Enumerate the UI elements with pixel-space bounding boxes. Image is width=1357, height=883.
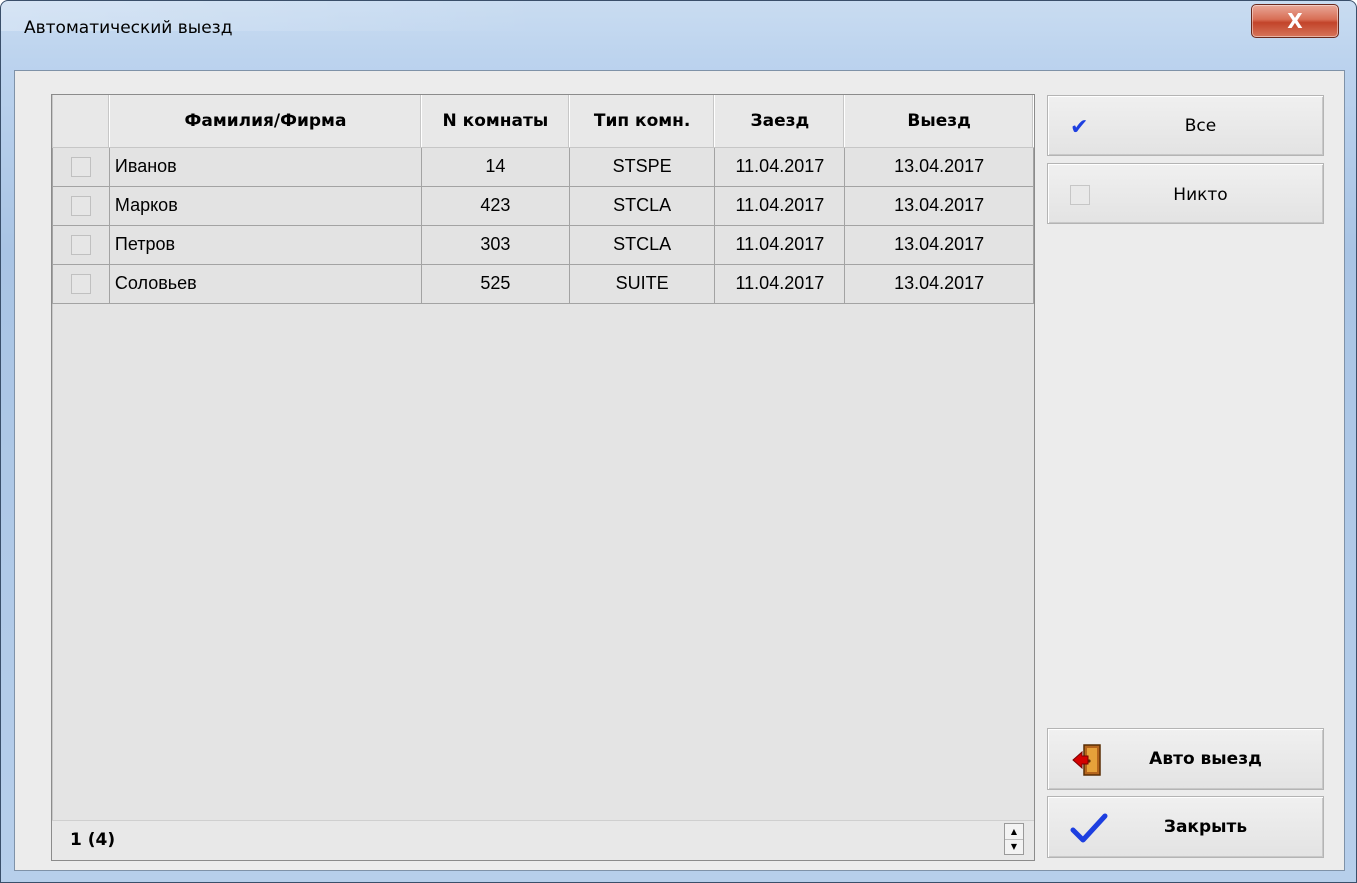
column-header-room[interactable]: N комнаты <box>421 95 570 148</box>
select-none-label: Никто <box>1173 185 1228 205</box>
guest-name-cell[interactable]: Иванов <box>108 146 423 187</box>
auto-checkout-button[interactable]: Авто выезд <box>1047 728 1324 790</box>
row-select-cell[interactable] <box>52 263 110 304</box>
room-type-cell[interactable]: SUITE <box>568 263 716 304</box>
dialog-client-area: Фамилия/Фирма N комнаты Тип комн. Заезд … <box>14 70 1345 871</box>
departure-date-cell[interactable]: 13.04.2017 <box>844 185 1034 226</box>
grid-status-bar: 1 (4) ▲ ▼ <box>52 820 1034 860</box>
room-type-cell[interactable]: STCLA <box>568 224 716 265</box>
row-checkbox[interactable] <box>70 274 91 295</box>
arrival-date-cell[interactable]: 11.04.2017 <box>714 263 846 304</box>
table-row[interactable]: Иванов 14 STSPE 11.04.2017 13.04.2017 <box>52 146 1034 187</box>
spin-up-arrow-icon[interactable]: ▲ <box>1005 824 1023 840</box>
room-type-cell[interactable]: STCLA <box>568 185 716 226</box>
row-checkbox[interactable] <box>70 196 91 217</box>
arrival-date-cell[interactable]: 11.04.2017 <box>714 185 846 226</box>
departure-date-cell[interactable]: 13.04.2017 <box>844 146 1034 187</box>
room-number-cell[interactable]: 423 <box>421 185 570 226</box>
arrival-date-cell[interactable]: 11.04.2017 <box>714 146 846 187</box>
select-all-label: Все <box>1184 115 1217 136</box>
spin-down-arrow-icon[interactable]: ▼ <box>1005 839 1023 854</box>
guest-grid[interactable]: Фамилия/Фирма N комнаты Тип комн. Заезд … <box>51 94 1035 861</box>
guest-name-cell[interactable]: Соловьев <box>108 263 423 304</box>
room-number-cell[interactable]: 525 <box>421 263 570 304</box>
column-header-name[interactable]: Фамилия/Фирма <box>109 95 423 148</box>
column-header-room-type[interactable]: Тип комн. <box>569 95 716 148</box>
select-all-button[interactable]: ✔ Все <box>1047 95 1324 156</box>
close-label: Закрыть <box>1163 817 1248 837</box>
departure-date-cell[interactable]: 13.04.2017 <box>844 263 1034 304</box>
guest-name-cell[interactable]: Марков <box>108 185 423 226</box>
row-checkbox[interactable] <box>70 157 91 178</box>
room-number-cell[interactable]: 14 <box>421 146 570 187</box>
table-row[interactable]: Соловьев 525 SUITE 11.04.2017 13.04.2017 <box>52 263 1034 304</box>
departure-date-cell[interactable]: 13.04.2017 <box>844 224 1034 265</box>
close-button[interactable]: Закрыть <box>1047 796 1324 858</box>
column-header-select[interactable] <box>52 95 110 148</box>
room-type-cell[interactable]: STSPE <box>568 146 716 187</box>
table-header-row: Фамилия/Фирма N комнаты Тип комн. Заезд … <box>52 95 1034 148</box>
window-title: Автоматический выезд <box>24 18 233 38</box>
guest-name-cell[interactable]: Петров <box>108 224 423 265</box>
window-close-button[interactable]: X <box>1251 4 1339 38</box>
column-header-arrival[interactable]: Заезд <box>714 95 846 148</box>
record-spinner[interactable]: ▲ ▼ <box>1004 823 1024 855</box>
table-row[interactable]: Петров 303 STCLA 11.04.2017 13.04.2017 <box>52 224 1034 265</box>
table-row[interactable]: Марков 423 STCLA 11.04.2017 13.04.2017 <box>52 185 1034 226</box>
guest-table: Фамилия/Фирма N комнаты Тип комн. Заезд … <box>52 95 1034 304</box>
column-header-departure[interactable]: Выезд <box>844 95 1034 148</box>
arrival-date-cell[interactable]: 11.04.2017 <box>714 224 846 265</box>
room-number-cell[interactable]: 303 <box>421 224 570 265</box>
row-select-cell[interactable] <box>52 224 110 265</box>
select-none-button[interactable]: Никто <box>1047 163 1324 224</box>
row-checkbox[interactable] <box>70 235 91 256</box>
row-select-cell[interactable] <box>52 185 110 226</box>
close-icon: X <box>1287 9 1303 33</box>
row-select-cell[interactable] <box>52 146 110 187</box>
record-counter: 1 (4) <box>70 830 116 850</box>
auto-checkout-label: Авто выезд <box>1149 749 1262 769</box>
dialog-window: Автоматический выезд X Фамилия/Фирма N к… <box>0 0 1357 883</box>
